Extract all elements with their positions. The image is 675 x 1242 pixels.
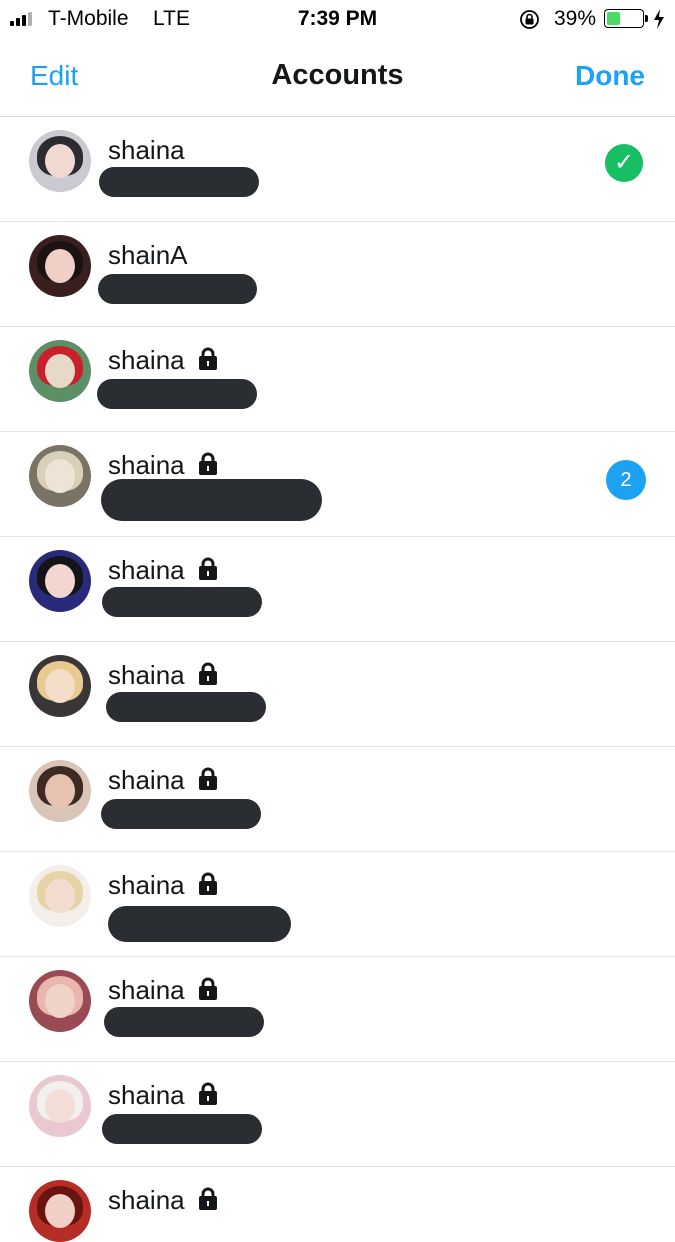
account-row[interactable]: shaina: [0, 327, 675, 432]
account-name-wrap: shaina: [108, 974, 219, 1006]
avatar: [29, 1180, 91, 1242]
avatar: [29, 130, 91, 192]
account-name-wrap: shaina: [108, 1079, 219, 1111]
redacted-handle: [97, 379, 257, 409]
avatar: [29, 1075, 91, 1137]
account-name-wrap: shaina: [108, 1184, 219, 1216]
avatar: [29, 550, 91, 612]
account-name-wrap: shaina: [108, 554, 219, 586]
navigation-bar: Edit Accounts Done: [0, 38, 675, 117]
account-name: shaina: [108, 554, 185, 585]
account-name: shaina: [108, 659, 185, 690]
account-row[interactable]: shaina: [0, 1062, 675, 1167]
account-name: shaina: [108, 869, 185, 900]
lock-icon: [197, 451, 219, 477]
avatar: [29, 760, 91, 822]
lock-icon: [197, 1081, 219, 1107]
avatar: [29, 655, 91, 717]
avatar: [29, 970, 91, 1032]
account-row[interactable]: shaina: [0, 957, 675, 1062]
lock-icon: [197, 976, 219, 1002]
account-row[interactable]: shaina 2: [0, 432, 675, 537]
battery-level: [607, 12, 620, 25]
avatar: [29, 340, 91, 402]
lock-icon: [197, 871, 219, 897]
avatar: [29, 865, 91, 927]
lock-icon: [197, 661, 219, 687]
notification-badge: 2: [606, 460, 646, 500]
battery-icon: [604, 9, 648, 28]
account-list: shaina ✓ shainA shaina shaina 2 shaina shaina sh…: [0, 117, 675, 1242]
account-name-wrap: shaina: [108, 344, 219, 376]
account-name-wrap: shaina: [108, 869, 219, 901]
lock-icon: [197, 1186, 219, 1212]
account-row[interactable]: shainA: [0, 222, 675, 327]
charging-bolt-icon: [654, 9, 664, 29]
account-name-wrap: shaina: [108, 449, 219, 481]
redacted-handle: [101, 799, 261, 829]
redacted-handle: [108, 906, 291, 942]
account-row[interactable]: shaina: [0, 852, 675, 957]
account-name: shaina: [108, 134, 185, 165]
account-row[interactable]: shaina: [0, 537, 675, 642]
done-button[interactable]: Done: [575, 60, 645, 92]
rotation-lock-icon: [520, 10, 539, 29]
account-name-wrap: shaina: [108, 134, 185, 166]
account-name: shaina: [108, 344, 185, 375]
account-name-wrap: shaina: [108, 764, 219, 796]
account-name: shaina: [108, 1184, 185, 1215]
redacted-handle: [102, 1114, 262, 1144]
current-account-check-icon: ✓: [605, 144, 643, 182]
redacted-handle: [102, 587, 262, 617]
avatar: [29, 235, 91, 297]
account-name: shaina: [108, 764, 185, 795]
account-row[interactable]: shaina: [0, 642, 675, 747]
account-name: shaina: [108, 449, 185, 480]
redacted-handle: [101, 479, 322, 521]
lock-icon: [197, 346, 219, 372]
lock-icon: [197, 556, 219, 582]
account-name: shaina: [108, 1079, 185, 1110]
redacted-handle: [99, 167, 259, 197]
account-row[interactable]: shaina: [0, 1167, 675, 1242]
account-row[interactable]: shaina ✓: [0, 117, 675, 222]
lock-icon: [197, 766, 219, 792]
redacted-handle: [98, 274, 257, 304]
redacted-handle: [106, 692, 266, 722]
account-name-wrap: shainA: [108, 239, 188, 271]
battery-percent: 39%: [554, 7, 597, 30]
avatar: [29, 445, 91, 507]
account-row[interactable]: shaina: [0, 747, 675, 852]
redacted-handle: [104, 1007, 264, 1037]
account-name: shainA: [108, 239, 188, 270]
account-name-wrap: shaina: [108, 659, 219, 691]
status-bar: T-Mobile LTE 7:39 PM 39%: [0, 0, 675, 38]
account-name: shaina: [108, 974, 185, 1005]
page-title: Accounts: [271, 59, 404, 91]
